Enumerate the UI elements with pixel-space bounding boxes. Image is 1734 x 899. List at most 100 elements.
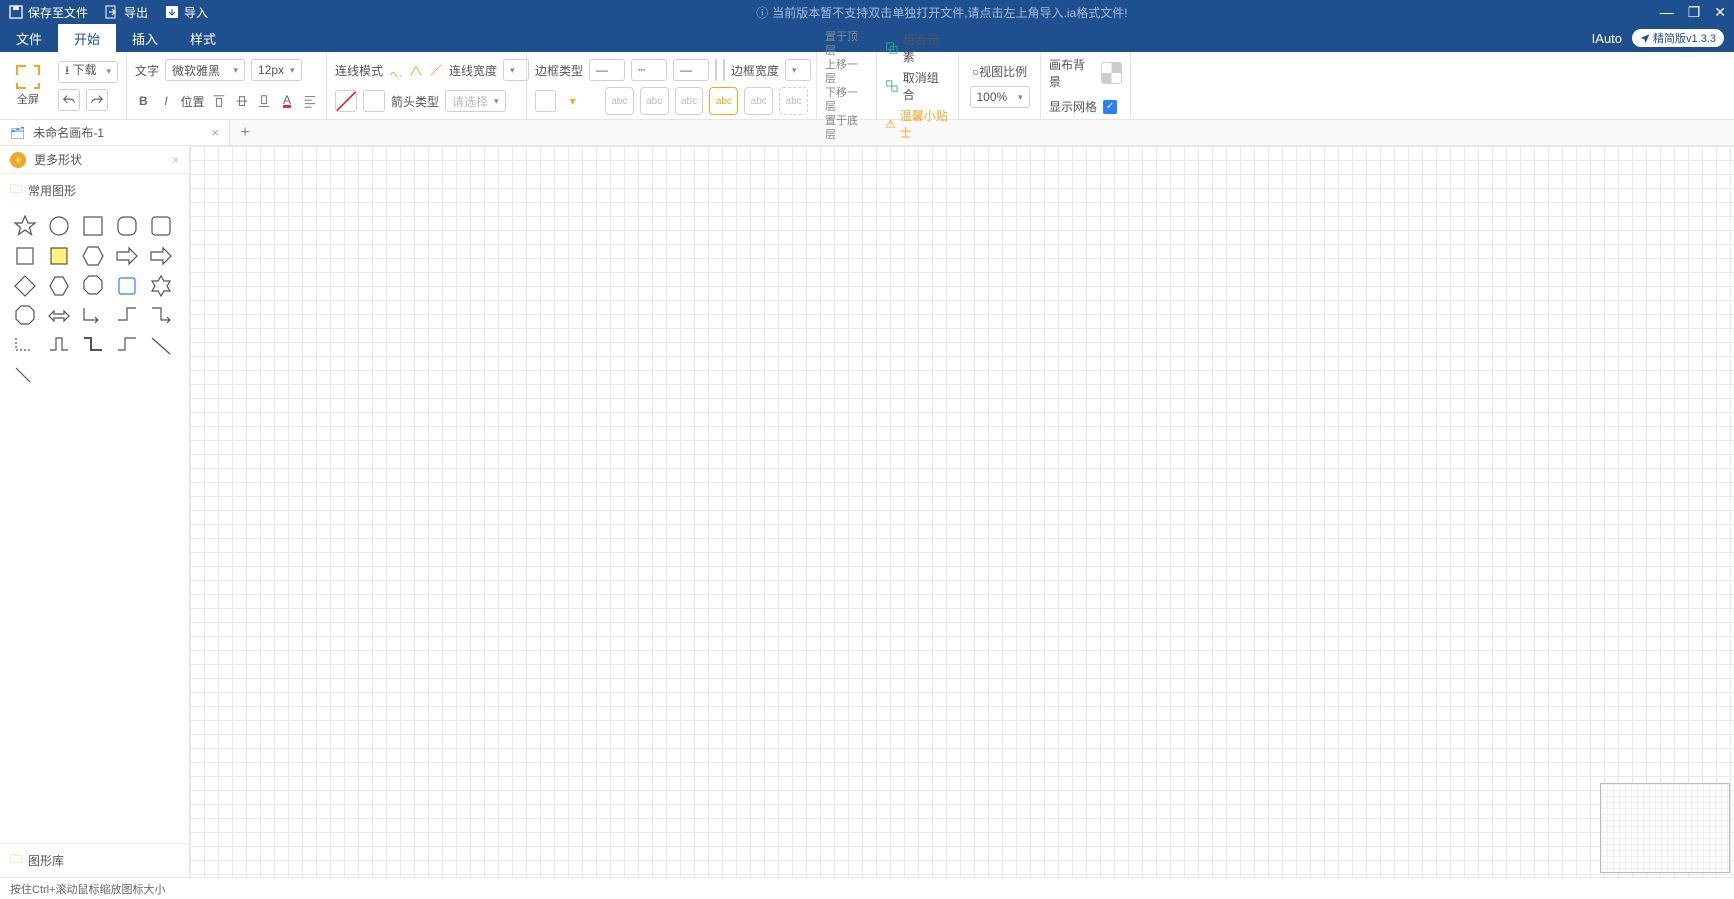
text-pos-5[interactable]: abc <box>744 87 773 115</box>
version-pill[interactable]: 精简版v1.3.3 <box>1632 29 1724 47</box>
export-button[interactable]: 导出 <box>104 4 148 21</box>
group-button[interactable]: 组合元素 <box>885 31 950 65</box>
ribbon: 全屏 ⭳ 下载▾ 文字 微软雅黑▾ 12px▾ B I 位置 A <box>0 52 1734 120</box>
shape-rect-yellow[interactable] <box>44 243 74 269</box>
align-text-button[interactable] <box>301 90 318 112</box>
fullscreen-button[interactable]: 全屏 <box>8 65 48 107</box>
shape-dashelbow[interactable] <box>10 333 40 359</box>
maximize-button[interactable]: ❐ <box>1688 4 1701 21</box>
shape-zigzag[interactable] <box>44 333 74 359</box>
line-poly-button[interactable] <box>409 59 423 81</box>
text-pos-3[interactable]: abc <box>675 87 704 115</box>
save-icon <box>8 4 24 20</box>
linewidth-select[interactable]: ▾ <box>503 59 529 81</box>
download-select[interactable]: ⭳ 下载▾ <box>58 61 118 83</box>
notice-text: ⓘ当前版本暂不支持双击单独打开文件,请点击左上角导入.ia格式文件! <box>224 4 1660 21</box>
canvas[interactable] <box>190 146 1734 877</box>
text-pos-1[interactable]: abc <box>605 87 634 115</box>
fontsize-select[interactable]: 12px▾ <box>251 59 302 81</box>
text-pos-2[interactable]: abc <box>640 87 669 115</box>
line-color-button[interactable] <box>335 90 357 112</box>
shape-doublearrow[interactable] <box>44 303 74 329</box>
shape-octagon2[interactable] <box>10 303 40 329</box>
shape-step[interactable] <box>78 333 108 359</box>
sidebar-collapse[interactable]: × <box>172 153 179 167</box>
minimize-button[interactable]: — <box>1660 4 1674 21</box>
border-color1[interactable] <box>715 59 717 81</box>
doc-tab-close[interactable]: × <box>211 125 219 140</box>
shape-star6[interactable] <box>146 273 176 299</box>
shape-star[interactable] <box>10 213 40 239</box>
layer-order[interactable]: 置于顶层 上移一层 下移一层 置于底层 <box>825 30 868 142</box>
fill-color-button[interactable] <box>535 90 556 112</box>
align-top-button[interactable] <box>210 90 227 112</box>
arrow-select[interactable]: 请选择▾ <box>445 90 506 112</box>
menu-insert[interactable]: 插入 <box>116 24 174 52</box>
menu-style[interactable]: 样式 <box>174 24 232 52</box>
shape-hexagon[interactable] <box>78 243 108 269</box>
border-color2[interactable] <box>723 59 725 81</box>
shape-diag2[interactable] <box>10 363 40 389</box>
align-bottom-button[interactable] <box>256 90 273 112</box>
text-pos-6[interactable]: abc <box>779 87 808 115</box>
shape-rect-small[interactable] <box>10 243 40 269</box>
bg-label: 画布背景 <box>1049 56 1095 90</box>
line-style-button[interactable] <box>363 90 385 112</box>
fullscreen-label: 全屏 <box>17 91 39 107</box>
ungroup-button[interactable]: 取消组合 <box>885 69 950 103</box>
line-straight-button[interactable] <box>429 59 443 81</box>
border-none[interactable]: — <box>673 59 709 81</box>
font-select[interactable]: 微软雅黑▾ <box>165 59 245 81</box>
shape-octagon[interactable] <box>78 273 108 299</box>
add-tab-button[interactable]: + <box>230 120 260 145</box>
menu-start[interactable]: 开始 <box>58 24 116 52</box>
font-color-button[interactable]: A <box>279 90 296 112</box>
sidebar-common[interactable]: 🗀 常用图形 <box>0 174 189 207</box>
text-pos-4[interactable]: abc <box>709 87 738 115</box>
sidebar: + 更多形状 × 🗀 常用图形 <box>0 146 190 877</box>
save-label: 保存至文件 <box>28 4 88 21</box>
border-dash[interactable]: ┄ <box>631 59 667 81</box>
dropper-button[interactable]: ▾ <box>562 90 583 112</box>
tip-button[interactable]: ⚠ 温馨小贴士 <box>885 107 950 141</box>
line-poly-icon <box>409 63 423 77</box>
folder-icon: 🗀 <box>10 180 22 201</box>
shape-elbow3[interactable] <box>146 303 176 329</box>
shape-roundrect2[interactable] <box>146 213 176 239</box>
sidebar-more-shapes[interactable]: + 更多形状 × <box>0 146 189 174</box>
status-hint: 按住Ctrl+滚动鼠标缩放图标大小 <box>10 881 166 897</box>
sidebar-lib[interactable]: 🗀 图形库 <box>0 843 189 877</box>
doc-tab-1[interactable]: 🗂 未命名画布-1 × <box>0 120 230 145</box>
shape-elbow1[interactable] <box>78 303 108 329</box>
text-label: 文字 <box>135 62 159 79</box>
bg-picker[interactable] <box>1101 62 1122 84</box>
undo-button[interactable] <box>58 89 80 111</box>
shape-roundsquare[interactable] <box>112 273 142 299</box>
shape-step2[interactable] <box>112 333 142 359</box>
line-curve-button[interactable] <box>389 59 403 81</box>
shape-diamond[interactable] <box>10 273 40 299</box>
save-button[interactable]: 保存至文件 <box>8 4 88 21</box>
zoom-select[interactable]: 100%▾ <box>970 86 1030 108</box>
shape-circle[interactable] <box>44 213 74 239</box>
menu-file[interactable]: 文件 <box>0 24 58 52</box>
titlebar: 保存至文件 导出 导入 ⓘ当前版本暂不支持双击单独打开文件,请点击左上角导入.i… <box>0 0 1734 24</box>
shape-arrow-right2[interactable] <box>146 243 176 269</box>
shape-hexagon2[interactable] <box>44 273 74 299</box>
bold-button[interactable]: B <box>135 90 152 112</box>
import-icon <box>164 4 180 20</box>
shape-arrow-right[interactable] <box>112 243 142 269</box>
shape-roundrect[interactable] <box>112 213 142 239</box>
minimap[interactable] <box>1600 783 1730 873</box>
italic-button[interactable]: I <box>158 90 175 112</box>
shape-diag[interactable] <box>146 333 176 359</box>
shape-elbow2[interactable] <box>112 303 142 329</box>
import-button[interactable]: 导入 <box>164 4 208 21</box>
grid-checkbox[interactable]: ✓ <box>1103 100 1117 114</box>
close-button[interactable]: ✕ <box>1714 4 1726 21</box>
redo-button[interactable] <box>86 89 108 111</box>
align-vmid-button[interactable] <box>233 90 250 112</box>
border-solid[interactable]: — <box>589 59 625 81</box>
borderwidth-select[interactable]: ▾ <box>785 59 811 81</box>
shape-square[interactable] <box>78 213 108 239</box>
